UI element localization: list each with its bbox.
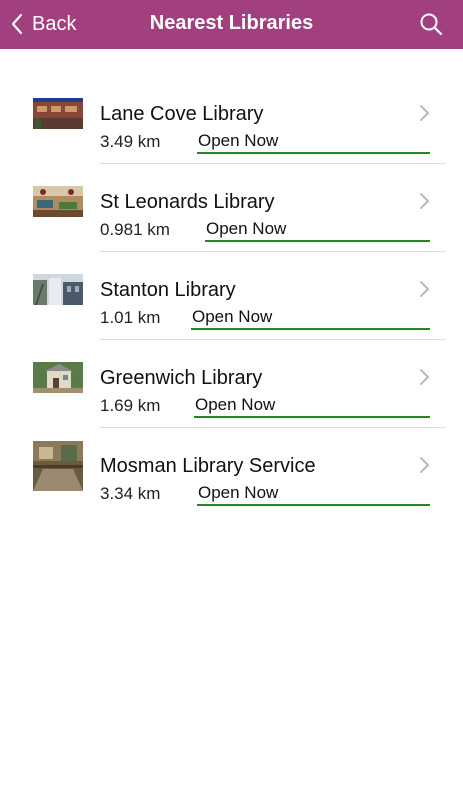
open-status: Open Now (205, 219, 430, 242)
library-thumbnail (33, 441, 83, 491)
library-row-st-leonards[interactable]: St Leonards Library 0.981 km Open Now (0, 164, 463, 252)
library-distance: 0.981 km (100, 220, 170, 239)
library-thumbnail (33, 274, 83, 305)
library-row-mosman[interactable]: Mosman Library Service 3.34 km Open Now (0, 428, 463, 516)
library-name: St Leonards Library (100, 191, 275, 213)
navigation-bar: Back Nearest Libraries (0, 0, 463, 49)
open-status: Open Now (197, 131, 430, 154)
search-button[interactable] (419, 12, 443, 36)
library-thumbnail (33, 362, 83, 393)
library-distance: 3.34 km (100, 484, 161, 503)
open-status: Open Now (191, 307, 430, 330)
library-distance: 3.49 km (100, 132, 161, 151)
library-list: Lane Cove Library 3.49 km Open Now St Le… (0, 76, 463, 516)
library-distance: 1.69 km (100, 396, 161, 415)
chevron-right-icon (417, 104, 431, 122)
library-name: Greenwich Library (100, 367, 263, 389)
chevron-right-icon (417, 368, 431, 386)
open-status: Open Now (194, 395, 430, 418)
library-name: Stanton Library (100, 279, 236, 301)
library-thumbnail (33, 98, 83, 129)
chevron-right-icon (417, 456, 431, 474)
library-name: Mosman Library Service (100, 455, 316, 477)
search-icon (420, 13, 443, 36)
library-row-greenwich[interactable]: Greenwich Library 1.69 km Open Now (0, 340, 463, 428)
library-distance: 1.01 km (100, 308, 161, 327)
library-name: Lane Cove Library (100, 103, 264, 125)
open-status: Open Now (197, 483, 430, 506)
chevron-right-icon (417, 280, 431, 298)
library-row-lane-cove[interactable]: Lane Cove Library 3.49 km Open Now (0, 76, 463, 164)
chevron-right-icon (417, 192, 431, 210)
page-title: Nearest Libraries (149, 12, 314, 34)
library-row-stanton[interactable]: Stanton Library 1.01 km Open Now (0, 252, 463, 340)
library-thumbnail (33, 186, 83, 217)
